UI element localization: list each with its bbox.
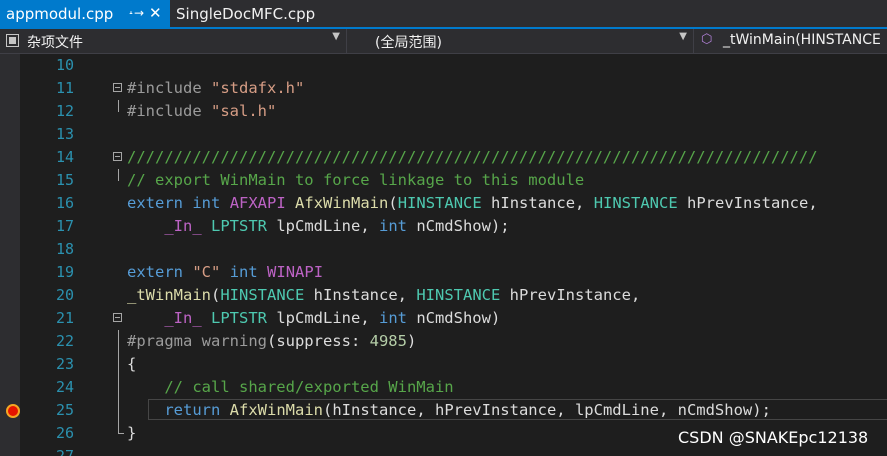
collapse-icon[interactable] bbox=[113, 152, 122, 161]
scope-label: (全局范围) bbox=[375, 35, 442, 51]
line-number: 21 bbox=[55, 309, 74, 327]
code-text: extern "C" int WINAPI bbox=[127, 263, 324, 281]
code-line: 13 bbox=[20, 123, 887, 146]
code-line: 21 _In_ LPTSTR lpCmdLine, int nCmdShow) bbox=[20, 307, 887, 330]
line-number: 27 bbox=[55, 447, 74, 456]
navigation-bar: 杂项文件 ▼ (全局范围) ▼ ⬡ _tWinMain(HINSTANCE bbox=[0, 29, 887, 54]
code-line: 22 #pragma warning(suppress: 4985) bbox=[20, 330, 887, 353]
code-text: // call shared/exported WinMain bbox=[164, 378, 454, 396]
line-number: 24 bbox=[55, 378, 74, 396]
line-number: 12 bbox=[55, 102, 74, 120]
code-text: // export WinMain to force linkage to th… bbox=[127, 171, 585, 189]
code-text: } bbox=[127, 424, 137, 442]
code-text: _In_ LPTSTR lpCmdLine, int nCmdShow) bbox=[164, 309, 501, 327]
code-text: #include "stdafx.h" bbox=[127, 79, 305, 97]
code-line: 14 /////////////////////////////////////… bbox=[20, 146, 887, 169]
member-label: _tWinMain(HINSTANCE bbox=[723, 32, 881, 48]
line-number: 13 bbox=[55, 125, 74, 143]
code-line: 10 bbox=[20, 54, 887, 77]
code-line: 24 // call shared/exported WinMain bbox=[20, 376, 887, 399]
collapse-icon[interactable] bbox=[113, 313, 122, 322]
code-text: _In_ LPTSTR lpCmdLine, int nCmdShow); bbox=[164, 217, 510, 235]
line-number: 22 bbox=[55, 332, 74, 350]
tab-label: appmodul.cpp bbox=[6, 4, 114, 23]
outline-guide bbox=[118, 100, 119, 112]
code-editor[interactable]: 10 11 #include "stdafx.h" 12 #include "s… bbox=[0, 54, 887, 456]
code-line: 12 #include "sal.h" bbox=[20, 100, 887, 123]
watermark-text: CSDN @SNAKEpc12138 bbox=[678, 428, 869, 447]
line-number: 20 bbox=[55, 286, 74, 304]
line-number: 18 bbox=[55, 240, 74, 258]
tab-label: SingleDocMFC.cpp bbox=[176, 4, 316, 23]
code-text: ////////////////////////////////////////… bbox=[127, 148, 818, 166]
line-number: 10 bbox=[55, 56, 74, 74]
code-line: 15 // export WinMain to force linkage to… bbox=[20, 169, 887, 192]
function-cube-icon: ⬡ bbox=[701, 32, 713, 47]
line-number: 16 bbox=[55, 194, 74, 212]
line-number: 23 bbox=[55, 355, 74, 373]
project-icon bbox=[6, 34, 19, 47]
chevron-down-icon: ▼ bbox=[332, 31, 340, 42]
code-line: 20 _tWinMain(HINSTANCE hInstance, HINSTA… bbox=[20, 284, 887, 307]
outline-guide bbox=[118, 169, 119, 181]
close-icon[interactable]: ✕ bbox=[149, 4, 162, 22]
code-text: #pragma warning(suppress: 4985) bbox=[127, 332, 417, 350]
pin-icon[interactable]: ˔→ bbox=[128, 6, 144, 20]
project-label: 杂项文件 bbox=[27, 35, 83, 51]
outline-guide-end bbox=[118, 433, 124, 434]
code-line: 16 extern int AFXAPI AfxWinMain(HINSTANC… bbox=[20, 192, 887, 215]
tab-appmodul[interactable]: appmodul.cpp ˔→ ✕ bbox=[0, 0, 170, 27]
breakpoint-icon[interactable] bbox=[6, 404, 20, 418]
line-number: 15 bbox=[55, 171, 74, 189]
collapse-icon[interactable] bbox=[113, 83, 122, 92]
line-number: 25 bbox=[55, 401, 74, 419]
line-number: 11 bbox=[55, 79, 74, 97]
outline-guide bbox=[118, 330, 119, 353]
document-tab-bar: appmodul.cpp ˔→ ✕ SingleDocMFC.cpp bbox=[0, 0, 887, 29]
code-line: 17 _In_ LPTSTR lpCmdLine, int nCmdShow); bbox=[20, 215, 887, 238]
code-text: extern int AFXAPI AfxWinMain(HINSTANCE h… bbox=[127, 194, 818, 212]
code-text: #include "sal.h" bbox=[127, 102, 277, 120]
chevron-down-icon: ▼ bbox=[679, 31, 687, 42]
code-text: _tWinMain(HINSTANCE hInstance, HINSTANCE… bbox=[127, 286, 641, 304]
code-text: return AfxWinMain(hInstance, hPrevInstan… bbox=[164, 401, 771, 419]
member-dropdown[interactable]: ⬡ _tWinMain(HINSTANCE bbox=[695, 29, 887, 53]
project-dropdown[interactable]: 杂项文件 ▼ bbox=[0, 29, 347, 53]
outline-guide bbox=[118, 376, 119, 399]
line-number: 19 bbox=[55, 263, 74, 281]
code-line-current: 25 return AfxWinMain(hInstance, hPrevIns… bbox=[20, 399, 887, 422]
line-number: 26 bbox=[55, 424, 74, 442]
line-number: 14 bbox=[55, 148, 74, 166]
outline-guide bbox=[118, 353, 119, 376]
code-line: 23 { bbox=[20, 353, 887, 376]
code-line: 11 #include "stdafx.h" bbox=[20, 77, 887, 100]
tab-singledocmfc[interactable]: SingleDocMFC.cpp bbox=[170, 0, 315, 27]
code-line: 19 extern "C" int WINAPI bbox=[20, 261, 887, 284]
code-text: { bbox=[127, 355, 137, 373]
code-line: 18 bbox=[20, 238, 887, 261]
outline-guide bbox=[118, 399, 119, 422]
line-number: 17 bbox=[55, 217, 74, 235]
indicator-margin[interactable] bbox=[0, 54, 20, 456]
scope-dropdown[interactable]: (全局范围) ▼ bbox=[348, 29, 694, 53]
